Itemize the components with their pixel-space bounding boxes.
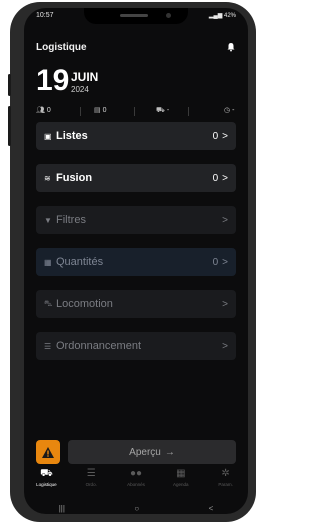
- card-label: Listes: [56, 130, 88, 142]
- bell-icon[interactable]: [226, 42, 236, 52]
- bottom-tab-bar: ⛟ Logistique ☰ Ordo. ●● Abonnés ▦ Agenda…: [24, 468, 248, 498]
- tab-logistique[interactable]: ⛟ Logistique: [24, 468, 69, 498]
- status-time: 10:57: [36, 12, 54, 19]
- order-icon: ☰: [44, 341, 52, 351]
- chevron-right-icon: >: [222, 256, 228, 268]
- card-label: Locomotion: [56, 298, 113, 310]
- chevron-right-icon: >: [222, 298, 228, 310]
- date-year: 2024: [71, 85, 89, 94]
- truck-people-icon: ⛟: [40, 468, 53, 479]
- stat-truck: ⛟ -: [156, 107, 170, 114]
- card-listes[interactable]: ▣ Listes 0 >: [36, 122, 236, 150]
- back-icon[interactable]: <: [209, 504, 214, 513]
- date-month: JUIN: [71, 70, 99, 84]
- chevron-right-icon: >: [222, 340, 228, 352]
- people-icon: 👥︎: [36, 107, 45, 114]
- signal-icon: ▂▄▆: [208, 13, 223, 19]
- apercu-button[interactable]: Aperçu →: [68, 440, 236, 464]
- volume-button: [8, 106, 11, 146]
- card-label: Fusion: [56, 172, 93, 184]
- recent-apps-icon[interactable]: |||: [59, 504, 65, 513]
- truck-icon: ⛟: [156, 107, 165, 114]
- volume-button: [8, 74, 11, 96]
- stat-divider: [134, 107, 135, 116]
- card-label: Filtres: [56, 214, 86, 226]
- speaker: [120, 14, 148, 17]
- tab-abonnes[interactable]: ●● Abonnés: [114, 468, 159, 498]
- boxes-icon: ▦: [44, 257, 52, 267]
- card-count: 0: [212, 256, 219, 268]
- card-locomotion[interactable]: ⛍ Locomotion >: [36, 290, 236, 318]
- camera: [166, 13, 171, 18]
- tab-agenda[interactable]: ▦ Agenda: [158, 468, 203, 498]
- merge-icon: ≋: [44, 173, 51, 183]
- card-quantites[interactable]: ▦ Quantités 0 >: [36, 248, 236, 276]
- home-icon[interactable]: ○: [134, 504, 139, 513]
- chevron-right-icon: >: [222, 172, 228, 184]
- warning-icon: [42, 446, 54, 458]
- filter-icon: ▼: [44, 215, 52, 225]
- card-count: 0: [212, 172, 219, 184]
- chevron-right-icon: >: [222, 130, 228, 142]
- stat-stack: ▤ 0: [94, 106, 107, 115]
- app-screen: 10:57 ▂▄▆ 42% Logistique 19 JUIN 2024 👥︎…: [24, 8, 248, 514]
- stat-divider: [188, 107, 189, 116]
- warning-button[interactable]: [36, 440, 60, 464]
- clock-icon: ◷: [224, 107, 231, 114]
- card-label: Quantités: [56, 256, 104, 268]
- page-title: Logistique: [36, 42, 87, 53]
- card-fusion[interactable]: ≋ Fusion 0 >: [36, 164, 236, 192]
- arrow-right-icon: →: [164, 446, 175, 458]
- stats-row: 👥︎ 0 ▤ 0 ⛟ - ◷ -: [36, 106, 236, 118]
- tab-param[interactable]: ✲ Param.: [203, 468, 248, 498]
- card-label: Ordonnancement: [56, 340, 141, 352]
- stack-icon: ▤: [94, 107, 101, 114]
- system-nav-bar: ||| ○ <: [24, 502, 248, 514]
- stat-clock: ◷ -: [224, 106, 235, 115]
- stat-people: 👥︎ 0: [36, 106, 51, 115]
- date-day: 19: [36, 64, 70, 97]
- card-ordonnancement[interactable]: ☰ Ordonnancement >: [36, 332, 236, 360]
- status-bar: 10:57 ▂▄▆ 42%: [24, 8, 248, 28]
- battery-level: ▂▄▆ 42%: [208, 13, 236, 19]
- list-icon: ▣: [44, 131, 52, 141]
- card-count: 0: [212, 130, 219, 142]
- calendar-icon: ▦: [176, 468, 186, 479]
- gear-icon: ✲: [221, 468, 230, 479]
- card-filtres[interactable]: ▼ Filtres >: [36, 206, 236, 234]
- chevron-right-icon: >: [222, 214, 228, 226]
- car-icon: ⛍: [44, 299, 53, 308]
- order-list-icon: ☰: [86, 468, 96, 479]
- stat-divider: [80, 107, 81, 116]
- tab-ordo[interactable]: ☰ Ordo.: [69, 468, 114, 498]
- subscribers-icon: ●●: [129, 468, 143, 479]
